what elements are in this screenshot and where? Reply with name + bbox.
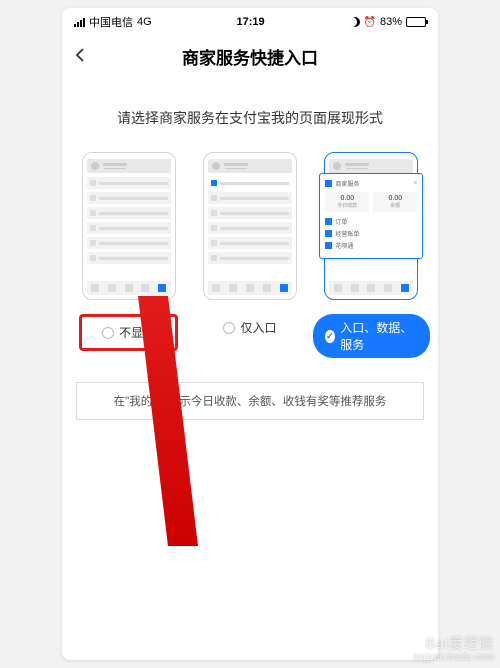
merchant-icon (325, 180, 332, 187)
options-row: 不显示 仅入口 (62, 152, 438, 358)
watermark: Bai度经验 jingyan.baidu.com (406, 635, 494, 664)
signal-icon (74, 18, 85, 27)
option-full[interactable]: 商家服务 × 0.00今日收款 0.00余额 订单 经营账单 花呗通 ✓ 入口、 (313, 152, 430, 358)
do-not-disturb-icon (350, 17, 360, 27)
network-label: 4G (137, 16, 152, 28)
subtitle: 请选择商家服务在支付宝我的页面展现形式 (62, 108, 438, 128)
phone-screen: 中国电信 4G 17:19 ⏰ 83% 商家服务快捷入口 请选择商家服务在支付宝… (62, 8, 438, 660)
preview-none (82, 152, 176, 300)
close-icon: × (413, 180, 417, 187)
radio-entry-only[interactable]: 仅入口 (211, 314, 288, 341)
bear-icon (406, 638, 422, 652)
info-box: 在"我的"中显示今日收款、余额、收钱有奖等推荐服务 (76, 382, 424, 420)
radio-icon (102, 327, 114, 339)
nav-bar: 商家服务快捷入口 (62, 36, 438, 76)
chevron-left-icon (72, 47, 88, 63)
battery-percent: 83% (380, 16, 402, 28)
preview-full: 商家服务 × 0.00今日收款 0.00余额 订单 经营账单 花呗通 (324, 152, 418, 300)
annotation-highlight: 不显示 (79, 314, 178, 351)
radio-icon (223, 322, 235, 334)
radio-label: 不显示 (119, 324, 155, 341)
radio-none[interactable]: 不显示 (90, 319, 167, 346)
radio-full[interactable]: ✓ 入口、数据、服务 (313, 314, 430, 358)
carrier-label: 中国电信 (89, 14, 133, 30)
status-bar: 中国电信 4G 17:19 ⏰ 83% (62, 8, 438, 36)
back-button[interactable] (72, 43, 88, 69)
preview-card: 商家服务 × 0.00今日收款 0.00余额 订单 经营账单 花呗通 (319, 173, 423, 259)
status-time: 17:19 (237, 16, 265, 28)
option-entry-only[interactable]: 仅入口 (191, 152, 308, 358)
radio-label: 仅入口 (240, 319, 276, 336)
radio-label: 入口、数据、服务 (340, 319, 418, 353)
battery-icon (406, 17, 426, 27)
page-title: 商家服务快捷入口 (182, 44, 318, 69)
option-none[interactable]: 不显示 (70, 152, 187, 358)
alarm-icon: ⏰ (364, 17, 376, 28)
preview-entry-only (203, 152, 297, 300)
check-icon: ✓ (325, 330, 336, 343)
